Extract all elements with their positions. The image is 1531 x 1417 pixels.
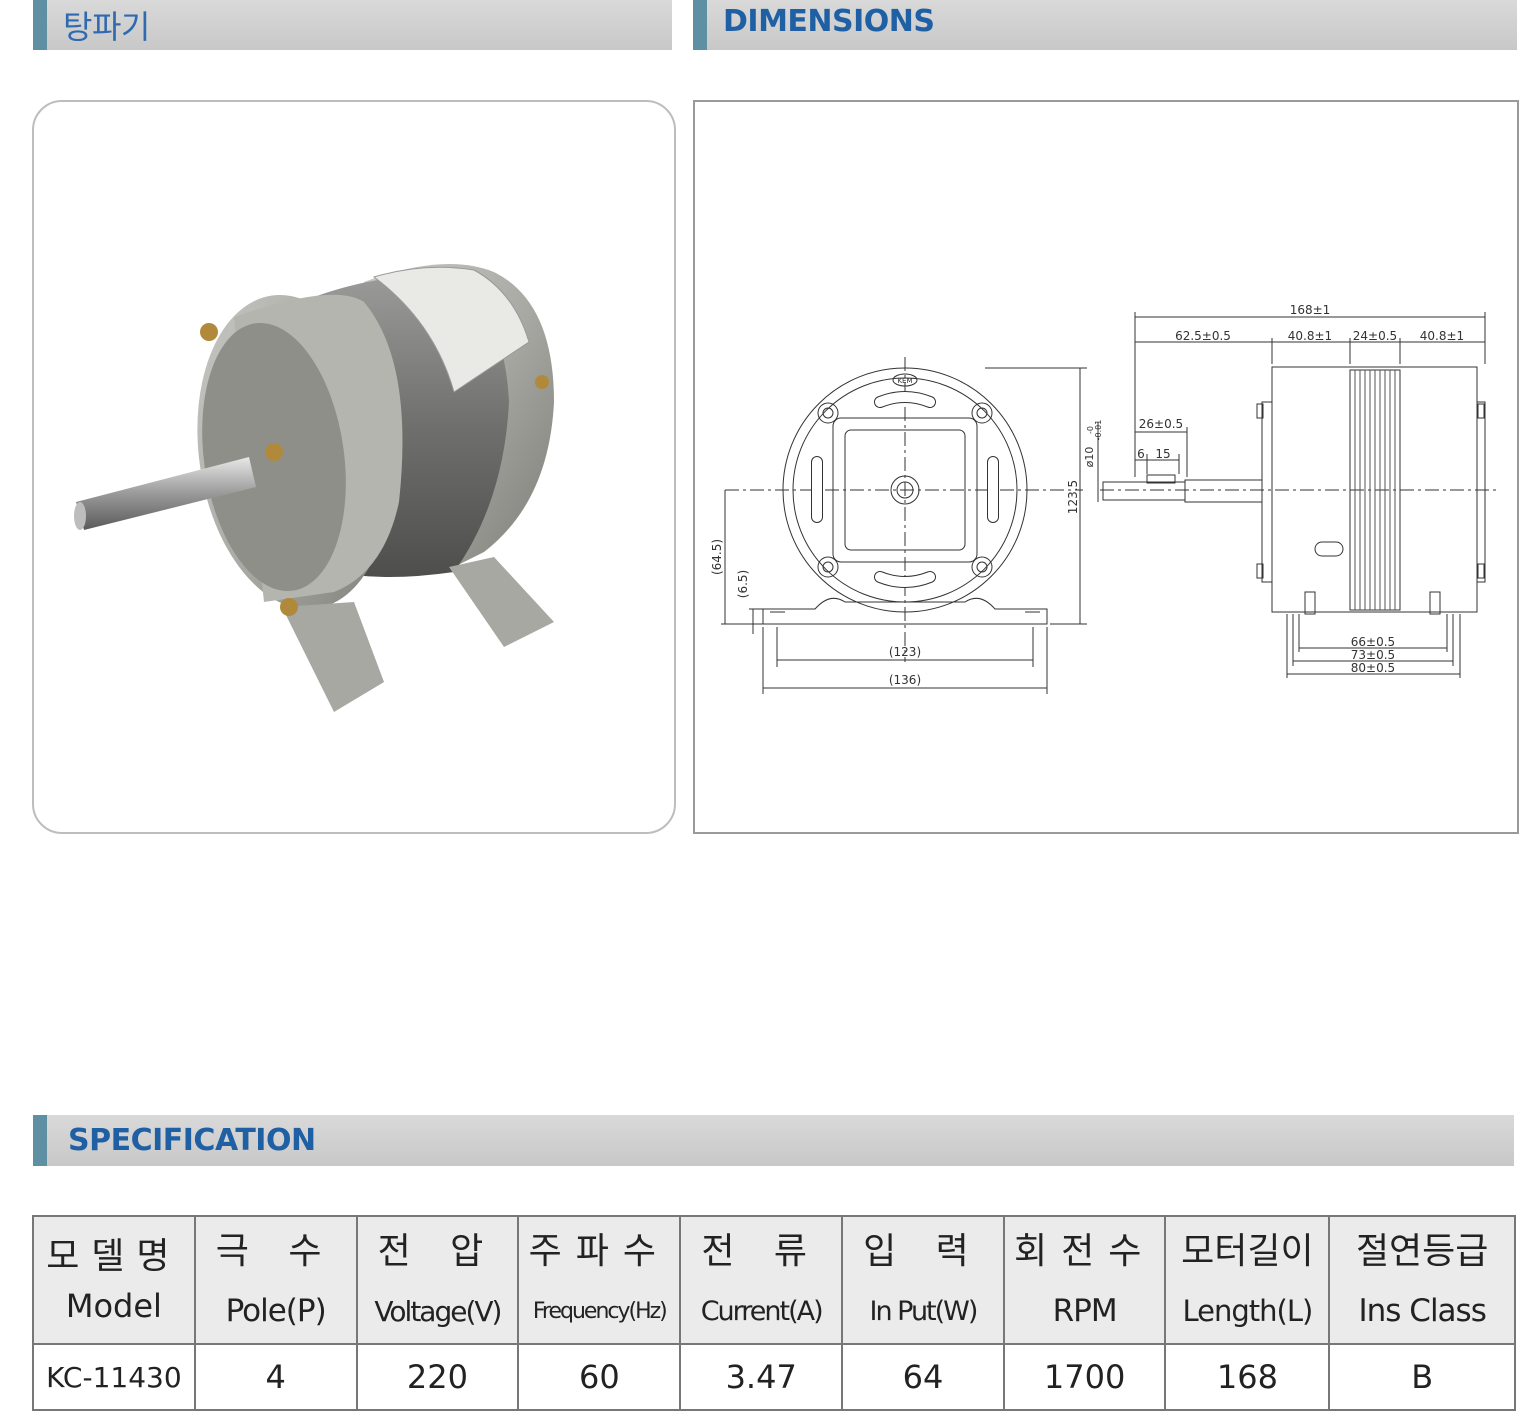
dim-26: 26±0.5 bbox=[1139, 417, 1183, 431]
section-accent bbox=[33, 1115, 47, 1166]
specification-section-bar: SPECIFICATION bbox=[33, 1115, 1514, 1166]
header-current-en: Current(A) bbox=[679, 1279, 844, 1345]
dim-168: 168±1 bbox=[1290, 303, 1331, 317]
header-pole-en: Pole(P) bbox=[193, 1279, 358, 1345]
product-photo-frame bbox=[32, 100, 676, 834]
cell-current: 3.47 bbox=[679, 1343, 844, 1411]
dim-dia-tol: -0.01 bbox=[1094, 420, 1103, 441]
motor-illustration bbox=[74, 264, 554, 712]
dim-123: (123) bbox=[889, 645, 921, 659]
specification-table: 모델명 Model 극 수 전 압 주파수 전 류 입 력 회전수 모터길이 절… bbox=[32, 1215, 1516, 1411]
dimensions-title: DIMENSIONS bbox=[723, 4, 935, 39]
logo-text: KEM bbox=[897, 377, 912, 385]
cell-voltage: 220 bbox=[355, 1343, 520, 1411]
dimensions-section-bar: DIMENSIONS bbox=[693, 0, 1517, 50]
dimension-drawing: KEM (123) (136) (64.5) (6.5) 123.5 168±1… bbox=[710, 303, 1500, 694]
cell-pole: 4 bbox=[193, 1343, 358, 1411]
header-insclass-en: Ins Class bbox=[1328, 1279, 1516, 1345]
dim-24: 24±0.5 bbox=[1353, 329, 1397, 343]
header-model-en: Model bbox=[65, 1286, 162, 1325]
side-view: 168±1 62.5±0.5 40.8±1 24±0.5 40.8±1 26±0… bbox=[1083, 303, 1500, 678]
header-voltage-ko: 전 압 bbox=[355, 1215, 520, 1279]
section-accent bbox=[693, 0, 707, 50]
header-input-en: In Put(W) bbox=[841, 1279, 1005, 1345]
header-frequency-en: Frequency(Hz) bbox=[517, 1279, 682, 1345]
product-title: 탕파기 bbox=[63, 8, 150, 46]
cell-model: KC-11430 bbox=[32, 1343, 196, 1411]
dim-136: (136) bbox=[889, 673, 921, 687]
cell-rpm: 1700 bbox=[1002, 1343, 1167, 1411]
product-section-bar: 탕파기 bbox=[33, 0, 672, 50]
cell-insclass: B bbox=[1328, 1343, 1516, 1411]
cell-frequency: 60 bbox=[517, 1343, 682, 1411]
cell-length: 168 bbox=[1164, 1343, 1331, 1411]
header-insclass-ko: 절연등급 bbox=[1328, 1215, 1516, 1279]
header-model-cell: 모델명 Model bbox=[32, 1215, 196, 1345]
dim-123-5: 123.5 bbox=[1066, 480, 1080, 514]
header-row-korean: 모델명 Model 극 수 전 압 주파수 전 류 입 력 회전수 모터길이 절… bbox=[32, 1215, 1516, 1345]
dim-40-8-b: 40.8±1 bbox=[1420, 329, 1464, 343]
dim-62-5: 62.5±0.5 bbox=[1175, 329, 1231, 343]
header-rpm-en: RPM bbox=[1002, 1279, 1167, 1345]
header-length-en: Length(L) bbox=[1164, 1279, 1331, 1345]
dim-15: 15 bbox=[1155, 447, 1170, 461]
dim-64-5: (64.5) bbox=[710, 539, 724, 575]
cell-input: 64 bbox=[841, 1343, 1005, 1411]
dim-6-5: (6.5) bbox=[736, 570, 750, 598]
specification-title: SPECIFICATION bbox=[68, 1123, 316, 1158]
header-frequency-ko: 주파수 bbox=[517, 1215, 682, 1279]
front-view: KEM (123) (136) (64.5) (6.5) 123.5 bbox=[710, 357, 1087, 694]
header-voltage-en: Voltage(V) bbox=[355, 1279, 520, 1345]
header-pole-ko: 극 수 bbox=[193, 1215, 358, 1279]
table-row: KC-11430 4 220 60 3.47 64 1700 168 B bbox=[32, 1343, 1516, 1411]
header-rpm-ko: 회전수 bbox=[1002, 1215, 1167, 1279]
header-row-english: Pole(P) Voltage(V) Frequency(Hz) Current… bbox=[33, 1279, 1516, 1345]
dim-6: 6 bbox=[1137, 447, 1145, 461]
dimension-drawing-frame: KEM (123) (136) (64.5) (6.5) 123.5 168±1… bbox=[693, 100, 1519, 834]
dim-73: 73±0.5 bbox=[1351, 648, 1395, 662]
section-accent bbox=[33, 0, 47, 50]
header-length-ko: 모터길이 bbox=[1164, 1215, 1331, 1279]
header-current-ko: 전 류 bbox=[679, 1215, 844, 1279]
dim-dia: ø10 bbox=[1083, 447, 1096, 468]
dim-80: 80±0.5 bbox=[1351, 661, 1395, 675]
dim-66: 66±0.5 bbox=[1351, 635, 1395, 649]
dim-40-8-a: 40.8±1 bbox=[1288, 329, 1332, 343]
header-model-ko: 모델명 bbox=[46, 1235, 182, 1277]
header-input-ko: 입 력 bbox=[841, 1215, 1005, 1279]
